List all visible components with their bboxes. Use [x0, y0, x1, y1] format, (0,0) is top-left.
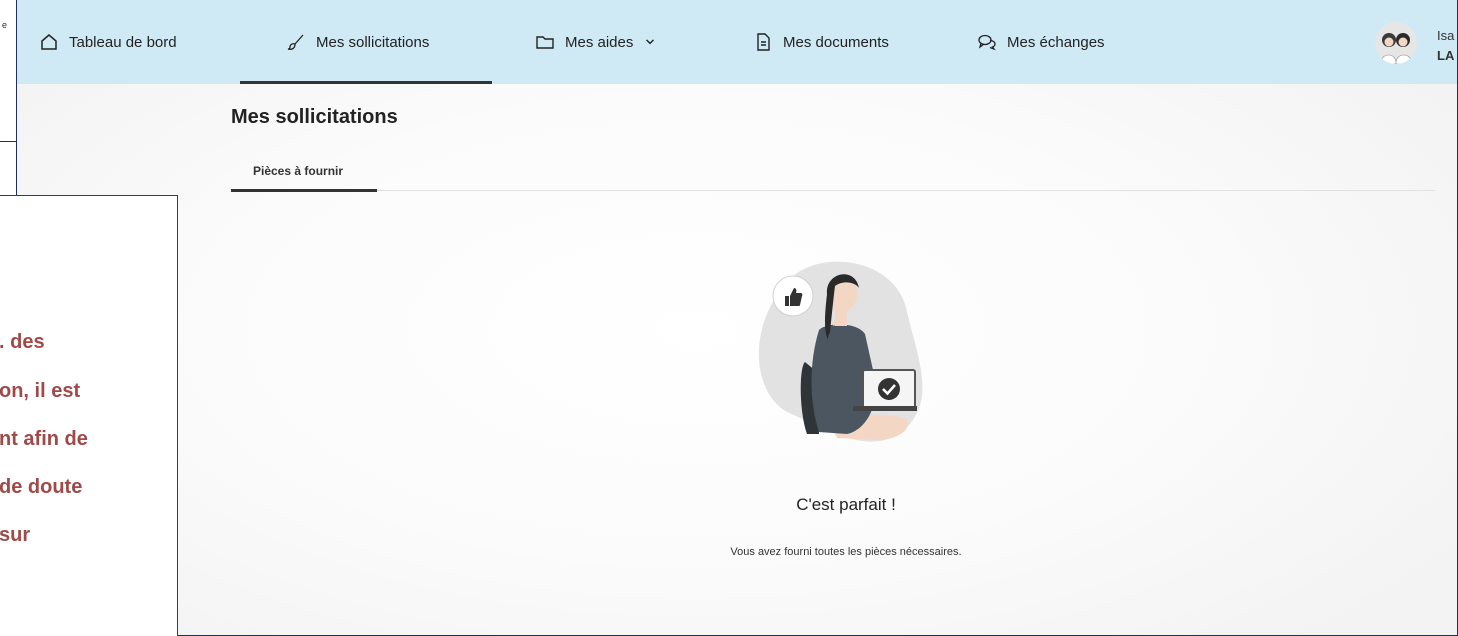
user-first-name: Isa [1437, 28, 1455, 43]
callout-line: on, il est [0, 380, 81, 402]
nav-item-label: Mes sollicitations [316, 33, 430, 51]
tabs-divider [231, 190, 1435, 191]
chat-bubbles-icon [978, 34, 996, 51]
user-last-name: LA [1437, 48, 1455, 63]
brush-icon [287, 34, 304, 50]
document-icon [757, 33, 770, 51]
callout-line: . des [0, 331, 45, 353]
callout-line: de doute [0, 476, 83, 498]
empty-state-title: C'est parfait ! [796, 495, 896, 514]
success-illustration [758, 261, 923, 442]
chevron-down-icon [646, 39, 655, 45]
avatar-icon [1375, 22, 1417, 64]
tab-pieces-a-fournir[interactable]: Pièces à fournir [231, 160, 377, 192]
nav-item-label: Mes échanges [1007, 33, 1105, 51]
user-avatar[interactable] [1375, 22, 1417, 64]
home-icon [41, 34, 57, 50]
nav-item-label: Mes aides [565, 33, 634, 51]
nav-item-dashboard[interactable]: Tableau de bord [39, 0, 177, 84]
nav-item-label: Mes documents [783, 33, 889, 51]
callout-line: nt afin de [0, 428, 88, 450]
app-window: Tableau de bord Mes sollicitations Mes a… [16, 0, 1458, 636]
page-title: Mes sollicitations [231, 106, 398, 128]
annotation-callout: . des on, il est nt afin de de doute sur [0, 195, 178, 636]
folder-icon [536, 36, 554, 49]
nav-item-sollicitations[interactable]: Mes sollicitations [240, 0, 492, 84]
tab-label: Pièces à fournir [253, 164, 344, 178]
top-navbar: Tableau de bord Mes sollicitations Mes a… [17, 0, 1457, 84]
nav-item-echanges[interactable]: Mes échanges [977, 0, 1105, 84]
background-text-fragment: e [2, 20, 8, 30]
nav-item-aides[interactable]: Mes aides [535, 0, 657, 84]
callout-line: sur [0, 524, 31, 546]
nav-item-label: Tableau de bord [69, 33, 177, 51]
nav-item-documents[interactable]: Mes documents [753, 0, 889, 84]
empty-state-message: Vous avez fourni toutes les pièces néces… [730, 546, 962, 558]
